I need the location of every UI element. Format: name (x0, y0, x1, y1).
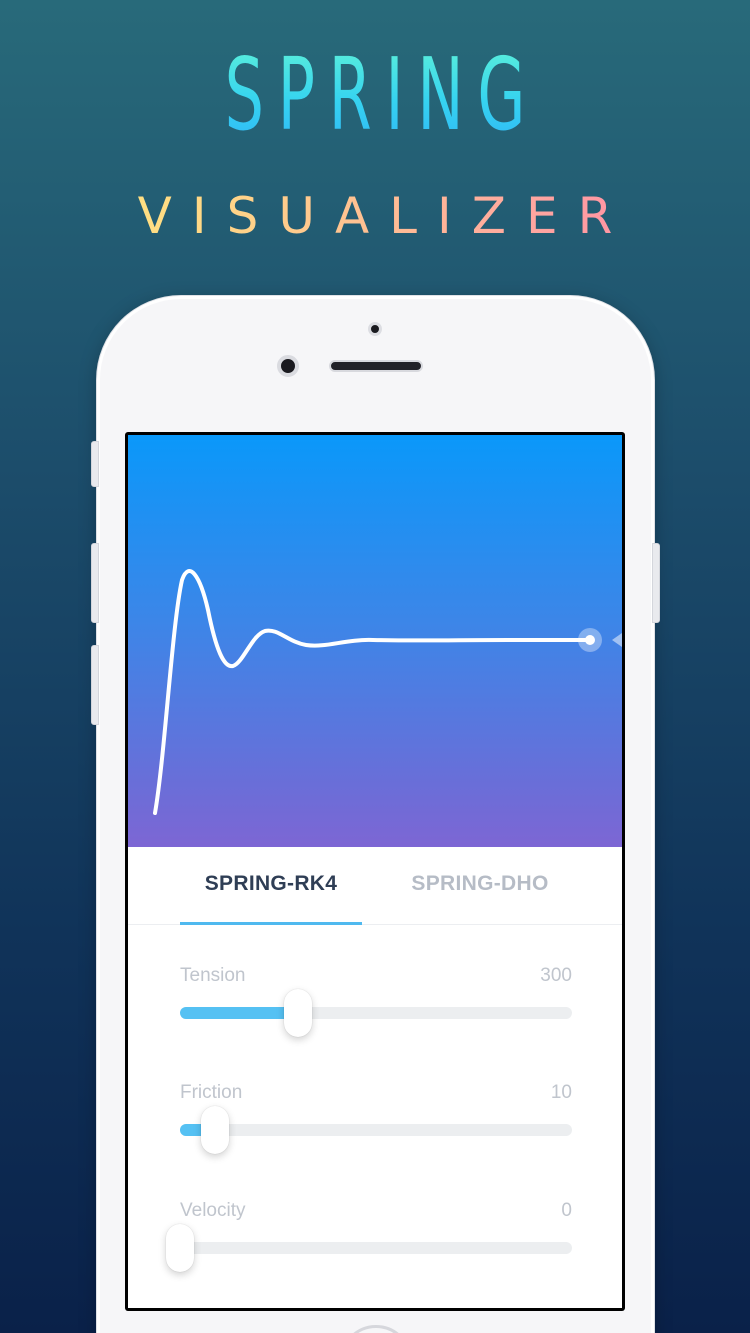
tension-label: Tension (180, 965, 246, 986)
app-title: SPRING (143, 40, 608, 150)
mute-switch (91, 441, 99, 487)
proximity-sensor (368, 322, 382, 336)
spring-curve (153, 569, 592, 815)
tension-slider-track[interactable] (180, 989, 572, 1037)
front-camera (277, 355, 299, 377)
tab-spring-dho[interactable]: SPRING-DHO (390, 872, 570, 902)
tab-spring-rk4[interactable]: SPRING-RK4 (180, 872, 362, 902)
power-button (652, 543, 660, 623)
earpiece-speaker (329, 360, 423, 372)
tension-value: 300 (540, 965, 572, 986)
friction-slider-track[interactable] (180, 1106, 572, 1154)
velocity-slider-thumb[interactable] (166, 1224, 194, 1272)
friction-label: Friction (180, 1082, 243, 1103)
app-subtitle: VISUALIZER (0, 186, 750, 246)
volume-down-button (91, 645, 99, 725)
volume-up-button (91, 543, 99, 623)
phone-screen: SPRING-RK4 SPRING-DHO Tension 300 Fricti… (125, 432, 625, 1311)
friction-value: 10 (550, 1082, 572, 1103)
spring-graph (128, 435, 622, 847)
active-tab-indicator (180, 922, 362, 925)
tension-control: Tension 300 (180, 965, 572, 1065)
curve-edge-arrow-icon (612, 633, 622, 647)
tab-bar: SPRING-RK4 SPRING-DHO (128, 847, 622, 925)
tension-slider-fill (180, 1007, 298, 1019)
friction-slider-thumb[interactable] (201, 1106, 229, 1154)
app-view: SPRING-RK4 SPRING-DHO Tension 300 Fricti… (128, 435, 622, 1308)
spring-curve-canvas (153, 569, 622, 815)
velocity-label: Velocity (180, 1200, 246, 1221)
velocity-value: 0 (561, 1200, 572, 1221)
curve-endpoint-dot (585, 635, 595, 645)
velocity-control: Velocity 0 (166, 1200, 572, 1300)
velocity-slider-track[interactable] (166, 1224, 572, 1272)
friction-control: Friction 10 (180, 1082, 572, 1182)
tension-slider-thumb[interactable] (284, 989, 312, 1037)
